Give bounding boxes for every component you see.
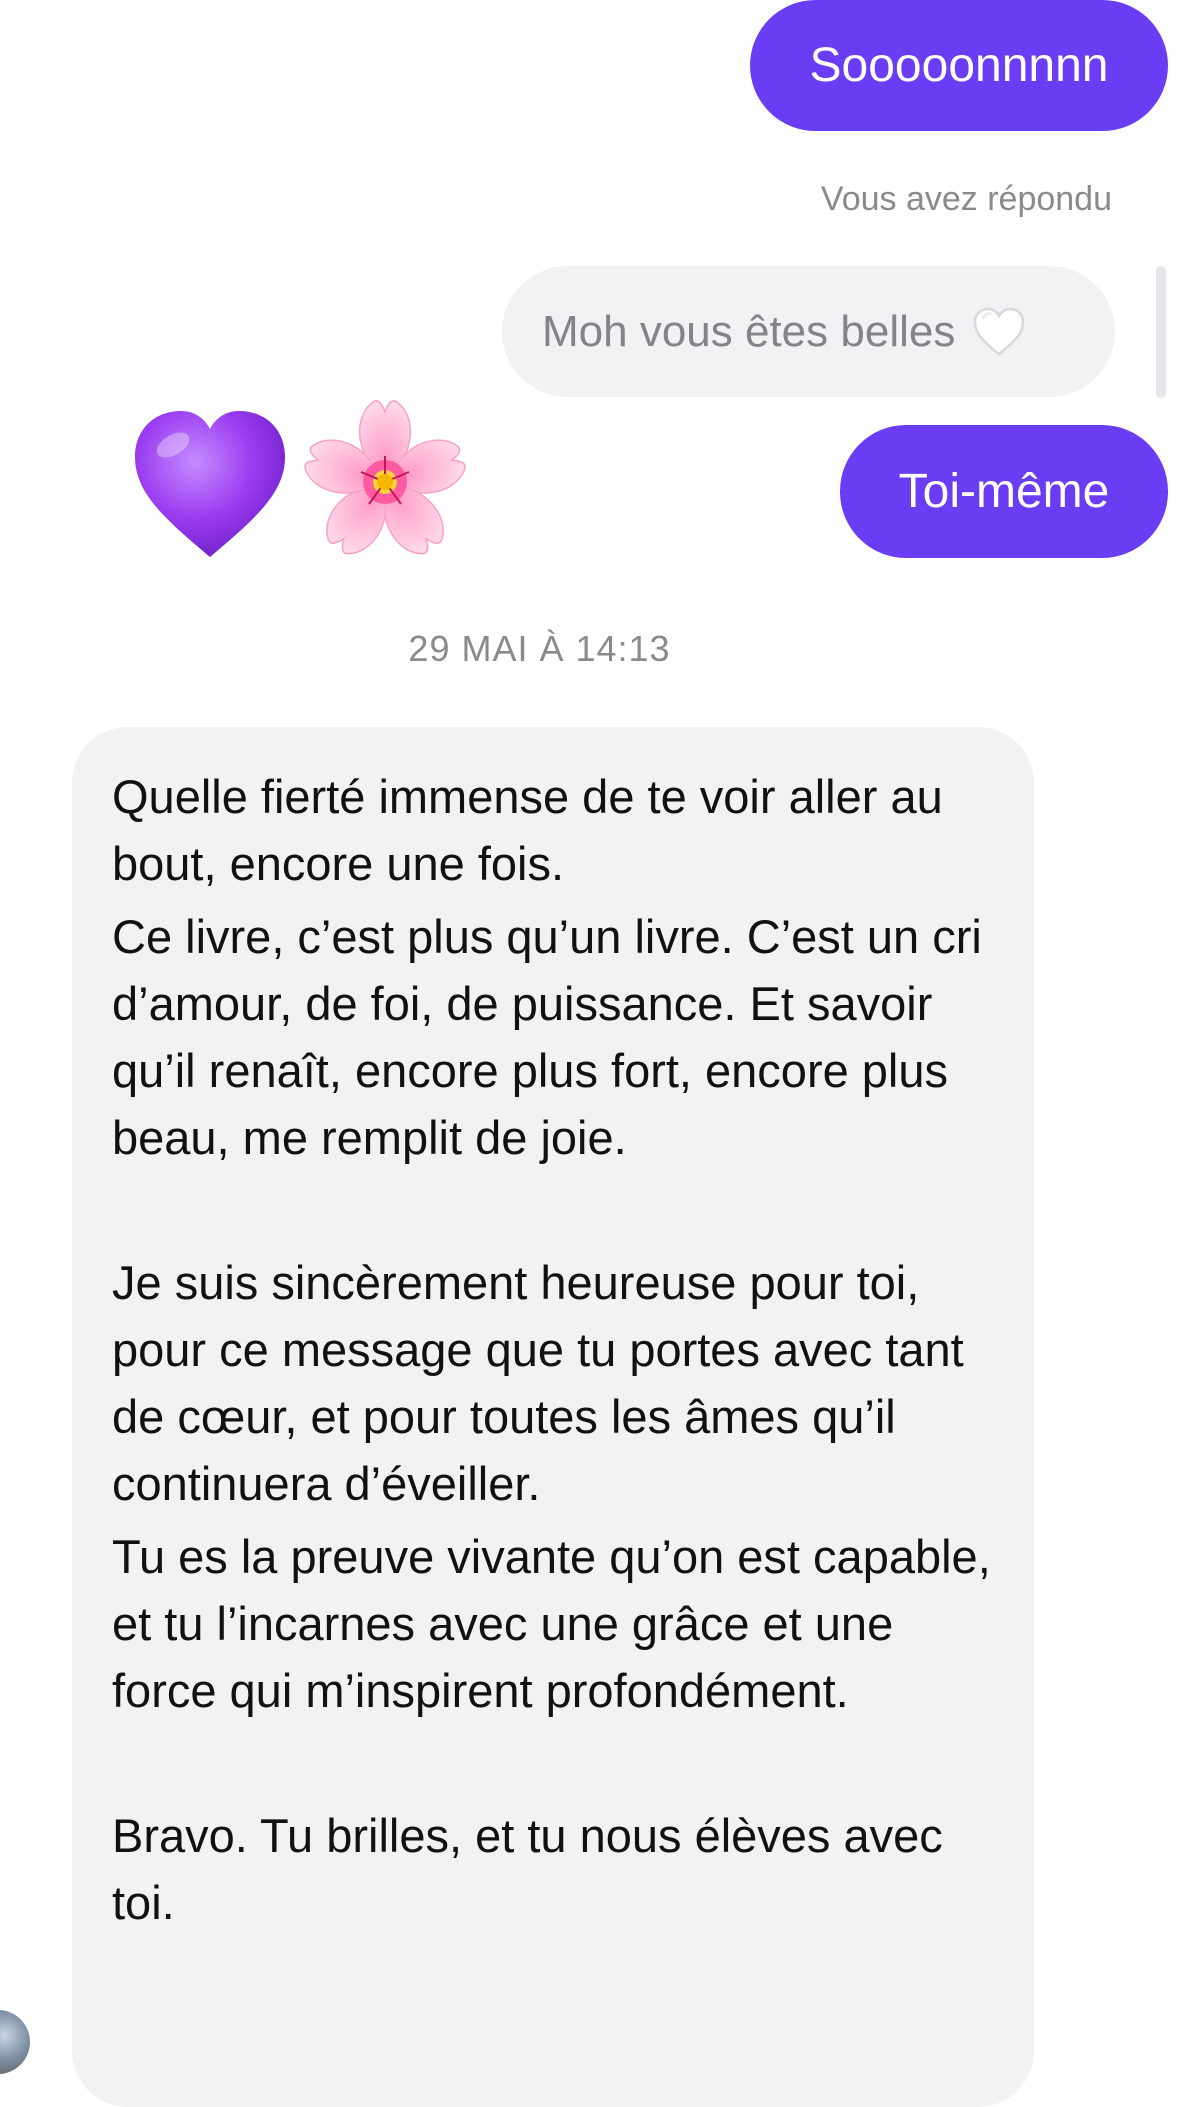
timestamp: 29 MAI À 14:13	[408, 628, 671, 669]
quoted-reply-text: Moh vous êtes belles	[542, 306, 956, 356]
outgoing-message-bubble[interactable]: Sooooonnnnn	[750, 0, 1168, 131]
reply-caption: Vous avez répondu	[820, 180, 1112, 218]
purple-heart-icon	[125, 397, 295, 567]
scroll-indicator[interactable]	[1156, 266, 1166, 398]
message-paragraph: Quelle fierté immense de te voir aller a…	[112, 770, 943, 890]
outgoing-message-bubble[interactable]: Toi-même	[840, 425, 1168, 558]
white-heart-icon	[971, 304, 1027, 360]
message-paragraph: Je suis sincèrement heureuse pour toi, p…	[112, 1256, 964, 1510]
message-paragraph: Bravo. Tu brilles, et tu nous élèves ave…	[112, 1809, 943, 1929]
reaction-emojis	[125, 392, 475, 572]
outgoing-message-text: Sooooonnnnn	[809, 38, 1109, 92]
outgoing-message-text: Toi-même	[898, 464, 1110, 518]
quoted-reply-bubble[interactable]: Moh vous êtes belles	[502, 266, 1115, 397]
message-paragraph: Ce livre, c’est plus qu’un livre. C’est …	[112, 910, 982, 1164]
cherry-blossom-icon	[295, 392, 475, 572]
avatar[interactable]	[0, 2010, 30, 2074]
incoming-message-bubble[interactable]: Quelle fierté immense de te voir aller a…	[72, 727, 1034, 2107]
message-paragraph: Tu es la preuve vivante qu’on est capabl…	[112, 1530, 991, 1717]
